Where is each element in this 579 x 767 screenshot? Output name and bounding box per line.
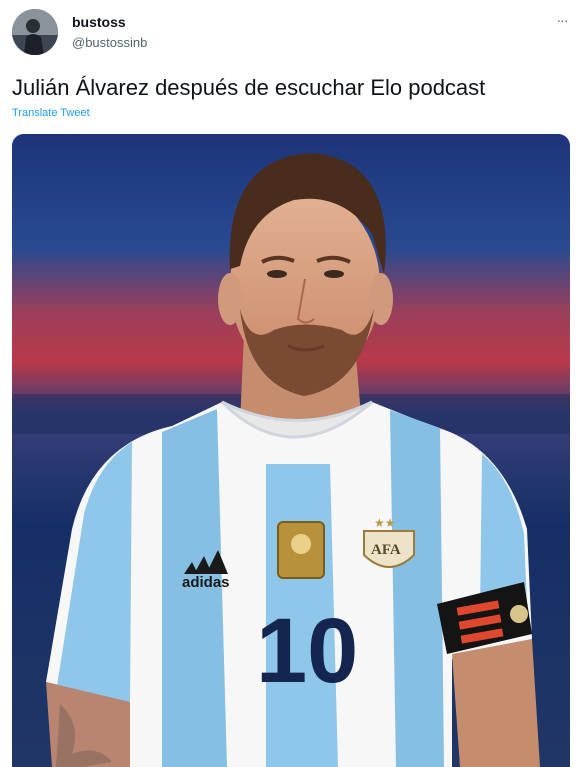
translate-tweet-link[interactable]: Translate Tweet [12, 107, 90, 119]
shirt-brand-text: adidas [182, 574, 230, 591]
user-avatar[interactable] [12, 9, 58, 55]
tweet-card: bustoss @bustossinb ··· Julián Álvarez d… [0, 0, 579, 767]
svg-text:★★: ★★ [374, 516, 396, 530]
display-name[interactable]: bustoss [72, 14, 126, 30]
shirt-number: 10 [256, 600, 358, 702]
more-options-icon[interactable]: ··· [552, 10, 572, 30]
footballer-photo: adidas AFA ★★ 10 [12, 134, 570, 767]
tweet-text: Julián Álvarez después de escuchar Elo p… [12, 75, 486, 100]
crest-text: AFA [371, 542, 401, 558]
user-handle[interactable]: @bustossinb [72, 35, 147, 50]
profile-avatar-icon [12, 9, 58, 55]
tweet-photo[interactable]: adidas AFA ★★ 10 [12, 134, 570, 767]
